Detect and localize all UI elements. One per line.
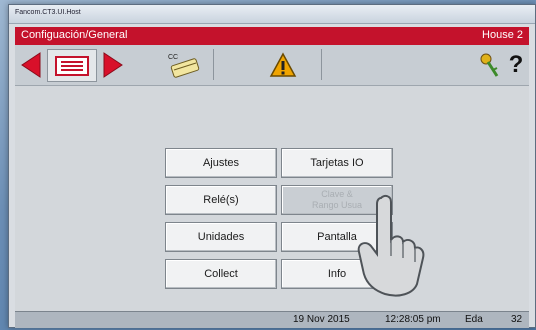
house-label: House 2 xyxy=(482,29,523,41)
reles-button[interactable]: Relé(s) xyxy=(165,185,277,215)
page-title: Configuación/General xyxy=(21,29,128,41)
collect-button[interactable]: Collect xyxy=(165,259,277,289)
app-window: Fancom.CT3.UI.Host Configuación/General … xyxy=(8,4,536,328)
status-user: Eda xyxy=(465,314,483,325)
list-icon xyxy=(55,55,89,76)
tarjetas-io-button[interactable]: Tarjetas IO xyxy=(281,148,393,178)
arrow-right-icon xyxy=(103,51,123,78)
app-header: Configuación/General House 2 xyxy=(15,27,529,45)
menu-list-button[interactable] xyxy=(47,49,97,82)
key-icon xyxy=(480,53,499,77)
pointing-hand-icon xyxy=(357,194,425,297)
card-icon: CC xyxy=(168,54,200,78)
status-date: 19 Nov 2015 xyxy=(293,314,350,325)
cc-card-button[interactable]: CC xyxy=(165,49,205,80)
back-arrow-button[interactable] xyxy=(19,49,43,80)
forward-arrow-button[interactable] xyxy=(101,49,125,80)
toolbar-separator xyxy=(213,49,214,80)
unidades-button[interactable]: Unidades xyxy=(165,222,277,252)
status-bar: 19 Nov 2015 12:28:05 pm Eda 32 xyxy=(15,311,529,328)
warning-icon xyxy=(269,51,297,77)
cc-label: CC xyxy=(168,54,178,61)
warning-button[interactable] xyxy=(267,49,299,80)
ajustes-button[interactable]: Ajustes xyxy=(165,148,277,178)
key-button[interactable] xyxy=(477,49,501,80)
arrow-left-icon xyxy=(21,51,41,78)
help-button[interactable]: ? xyxy=(505,49,527,80)
status-number: 32 xyxy=(511,314,523,325)
toolbar-separator xyxy=(321,49,322,80)
status-time: 12:28:05 pm xyxy=(385,314,441,325)
window-title: Fancom.CT3.UI.Host xyxy=(15,9,81,16)
help-icon: ? xyxy=(508,50,524,78)
window-titlebar[interactable]: Fancom.CT3.UI.Host xyxy=(9,5,535,24)
main-content: Ajustes Tarjetas IO Relé(s) Clave & Rang… xyxy=(15,86,529,312)
toolbar: CC ? xyxy=(15,45,529,86)
